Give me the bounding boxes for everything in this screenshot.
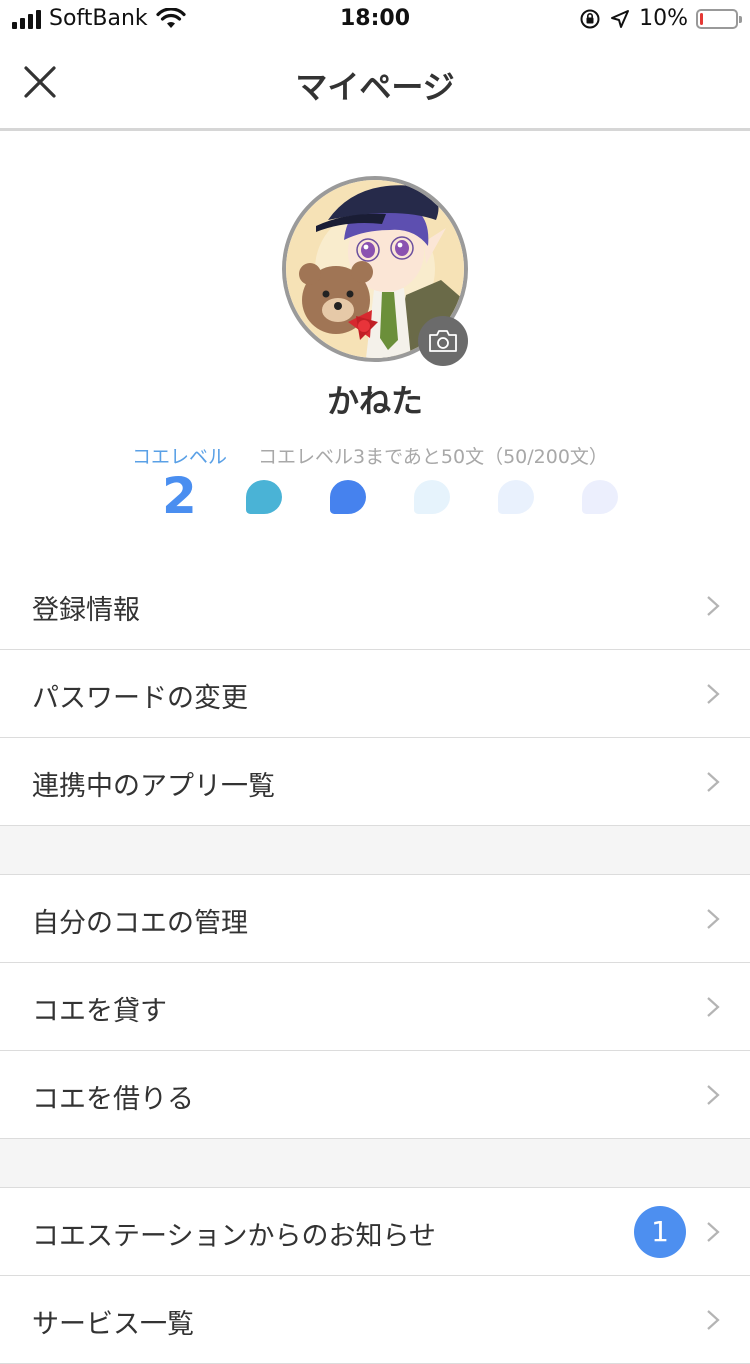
level-dot-empty [498, 480, 534, 514]
level-progress-text: コエレベル3まであと50文（50/200文） [258, 446, 608, 468]
menu-item-label: コエを貸す [32, 996, 167, 1027]
chevron-right-icon [707, 684, 720, 704]
page-title: マイページ [295, 68, 455, 106]
camera-icon [429, 330, 457, 352]
chevron-right-icon [707, 1310, 720, 1330]
menu-item-linked-apps[interactable]: 連携中のアプリ一覧 [0, 738, 750, 826]
rotation-lock-icon [580, 9, 600, 28]
status-bar: SoftBank 18:00 10% [0, 0, 750, 40]
level-number: 2 [162, 467, 197, 525]
menu-item-notifications[interactable]: コエステーションからのお知らせ 1 [0, 1188, 750, 1276]
chevron-right-icon [707, 997, 720, 1017]
battery-icon [696, 8, 742, 29]
menu-item-service-list[interactable]: サービス一覧 [0, 1276, 750, 1364]
change-avatar-button[interactable] [418, 316, 468, 366]
notification-badge: 1 [634, 1206, 686, 1258]
menu-item-label: 登録情報 [32, 595, 140, 626]
menu-item-borrow-voice[interactable]: コエを借りる [0, 1051, 750, 1139]
menu-item-label: コエステーションからのお知らせ [32, 1221, 436, 1252]
level-dot-empty [414, 480, 450, 514]
chevron-right-icon [707, 772, 720, 792]
level-dot-filled [246, 480, 282, 514]
battery-percent: 10% [639, 6, 688, 31]
menu-item-label: サービス一覧 [32, 1309, 194, 1340]
menu-item-label: 連携中のアプリ一覧 [32, 771, 275, 802]
menu-item-label: コエを借りる [32, 1084, 194, 1115]
section-divider [0, 826, 750, 875]
level-dot-filled [330, 480, 366, 514]
location-icon [611, 9, 630, 28]
nav-bar: マイページ [0, 40, 750, 131]
chevron-right-icon [707, 1222, 720, 1242]
menu-item-label: パスワードの変更 [32, 683, 248, 714]
menu-item-manage-voice[interactable]: 自分のコエの管理 [0, 875, 750, 963]
menu-item-change-password[interactable]: パスワードの変更 [0, 650, 750, 738]
menu-item-registration-info[interactable]: 登録情報 [0, 562, 750, 650]
avatar-container [282, 176, 468, 366]
level-dot-empty [582, 480, 618, 514]
chevron-right-icon [707, 596, 720, 616]
menu-item-lend-voice[interactable]: コエを貸す [0, 963, 750, 1051]
profile-name: かねた [326, 382, 423, 420]
section-divider [0, 1139, 750, 1188]
chevron-right-icon [707, 1085, 720, 1105]
level-label: コエレベル [132, 446, 228, 468]
menu-item-label: 自分のコエの管理 [32, 908, 248, 939]
chevron-right-icon [707, 909, 720, 929]
menu-list: 登録情報 パスワードの変更 連携中のアプリ一覧 自分のコエの管理 コエを貸す コ… [0, 562, 750, 1364]
